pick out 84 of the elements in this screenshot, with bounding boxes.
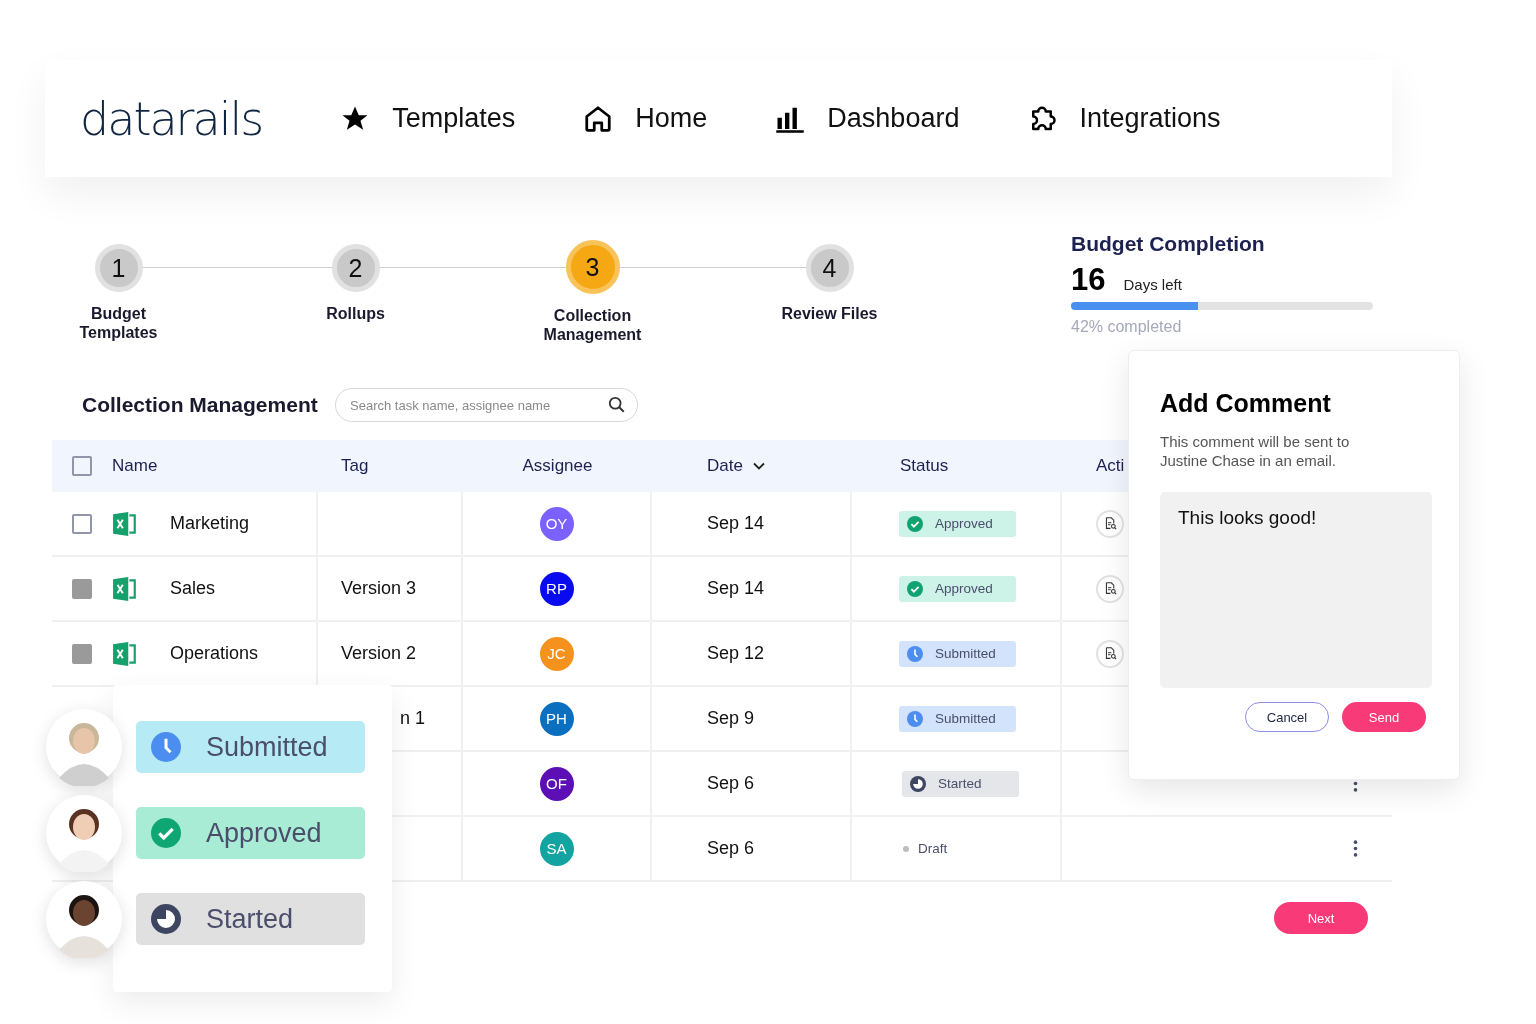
tag-text: Version 3 [341,578,417,599]
date-text: Sep 6 [707,838,755,859]
logo: datarails [80,91,263,146]
dialog-title: Add Comment [1160,389,1332,418]
file-name: Sales [170,578,216,599]
preview-button[interactable] [1096,574,1124,603]
tag-text: Version 2 [341,643,417,664]
comment-field[interactable]: This looks good! [1160,492,1432,688]
chevron-down-icon [752,462,765,470]
checkbox[interactable] [72,643,92,664]
column-header[interactable]: Tag [341,456,369,476]
nav-link[interactable]: Templates [340,103,516,134]
preview-button[interactable] [1096,509,1124,538]
nav-link[interactable]: Home [583,103,708,134]
status-badge: Started [902,770,1019,797]
document-search-icon [1103,582,1117,595]
send-button[interactable]: Send [1342,702,1426,732]
date-text: Sep 12 [707,643,765,664]
date-text: Sep 6 [707,773,755,794]
days-label: Days left [1123,276,1182,293]
step-label: Review Files [781,304,878,323]
check-circle-icon [907,515,923,532]
step-circle[interactable]: 4 [805,244,854,292]
step-circle[interactable]: 2 [331,244,380,292]
column-header[interactable]: Date [707,456,743,476]
status-label: Draft [899,835,1016,862]
assignee-avatar: JC [539,636,574,671]
step-label: Rollups [326,304,385,323]
column-header[interactable]: Assignee [522,456,593,476]
days-count: 16 [1071,262,1106,298]
more-options-icon[interactable] [1353,840,1358,857]
step-label: Budget Templates [78,304,159,342]
checkbox[interactable] [72,513,92,534]
search-icon [608,396,626,414]
nav-link[interactable]: Dashboard [775,103,960,134]
home-icon [583,103,614,134]
column-header[interactable]: Acti [1096,456,1125,476]
preview-button[interactable] [1096,639,1124,668]
clock-icon [907,645,923,662]
clock-icon [151,732,181,762]
clock-icon [907,710,923,727]
file-name: Marketing [170,513,250,534]
cancel-button[interactable]: Cancel [1245,702,1329,732]
nav-link[interactable]: Integrations [1027,103,1221,134]
column-header[interactable]: Name [112,456,158,476]
checkbox[interactable] [72,456,92,476]
date-text: Sep 14 [707,513,765,534]
status-badge: Submitted [899,640,1016,667]
step-label: Collection Management [542,306,643,344]
file-name: Operations [170,643,259,664]
date-text: Sep 9 [707,708,755,729]
assignee-avatar: RP [539,571,574,606]
status-badge: Approved [899,510,1016,537]
tag-text: n 1 [400,708,426,729]
check-circle-icon [907,580,923,597]
assignee-avatar: SA [539,831,574,866]
pie-icon [151,904,181,934]
checkbox[interactable] [72,578,92,599]
check-circle-icon [151,818,181,848]
status-badge: Submitted [899,705,1016,732]
next-button[interactable]: Next [1274,902,1368,934]
status-pill: Approved [136,807,365,859]
spreadsheet-icon [112,640,138,667]
assignee-avatar: PH [539,701,574,736]
pie-icon [910,775,926,792]
spreadsheet-icon [112,510,138,537]
budget-title: Budget Completion [1071,232,1266,256]
status-pill: Started [136,893,365,945]
progress-text: 42% completed [1071,318,1183,336]
dot-icon [903,845,909,852]
assignee-avatar: OF [539,766,574,801]
document-search-icon [1103,517,1117,530]
dialog-description: This comment will be sent to Justine Chase in an email. [1160,432,1351,470]
status-pill: Submitted [136,721,365,773]
date-text: Sep 14 [707,578,765,599]
status-badge: Approved [899,575,1016,602]
section-title: Collection Management [82,393,319,417]
assignee-avatar: OY [539,506,574,541]
step-circle[interactable]: 3 [565,240,620,294]
column-header[interactable]: Status [900,456,949,476]
step-circle[interactable]: 1 [94,244,143,292]
search-field[interactable]: Search task name, assignee name [335,388,638,422]
document-search-icon [1103,647,1117,660]
spreadsheet-icon [112,575,138,602]
